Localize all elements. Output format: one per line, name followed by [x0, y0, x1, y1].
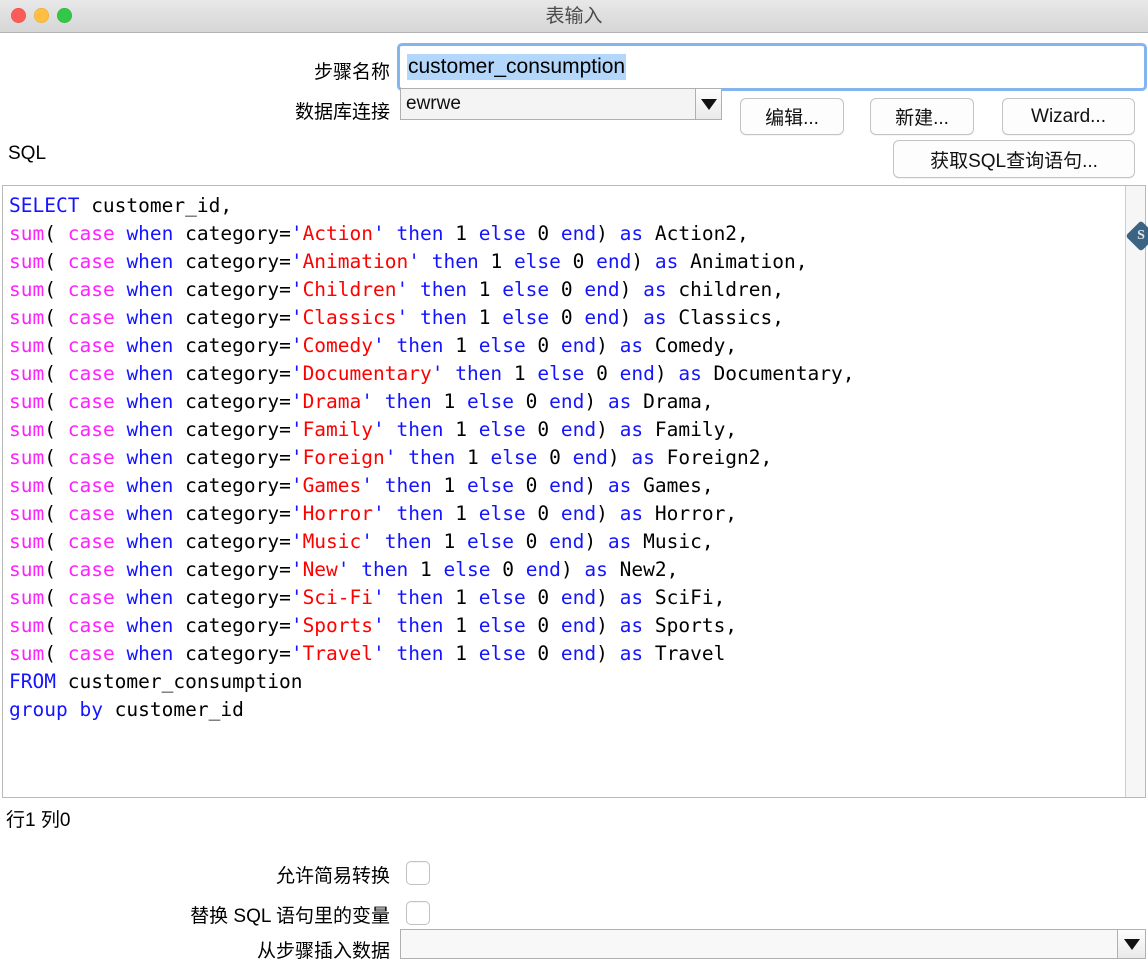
sql-editor[interactable]: SELECT customer_id, sum( case when catego…	[2, 185, 1146, 798]
sql-line: sum( case when category='Comedy' then 1 …	[9, 334, 738, 357]
window-titlebar: 表输入	[0, 0, 1148, 33]
insert-data-from-step-label: 从步骤插入数据	[256, 941, 390, 962]
sql-line: sum( case when category='Travel' then 1 …	[9, 642, 726, 665]
sql-line: sum( case when category='Games' then 1 e…	[9, 474, 714, 497]
sql-line: sum( case when category='Horror' then 1 …	[9, 502, 738, 525]
insert-data-from-step-select[interactable]	[400, 929, 1146, 959]
dialog-body: 步骤名称 customer_consumption 数据库连接 ewrwe 编辑…	[0, 33, 1148, 962]
sql-line: sum( case when category='Action' then 1 …	[9, 222, 749, 245]
sql-section-label: SQL	[8, 143, 47, 164]
allow-simple-transform-checkbox[interactable]	[406, 861, 430, 885]
sql-line: FROM customer_consumption	[9, 670, 303, 693]
step-name-value: customer_consumption	[407, 53, 627, 81]
new-connection-button[interactable]: 新建...	[870, 98, 974, 135]
sql-line: SELECT customer_id,	[9, 194, 233, 217]
sql-line: group by customer_id	[9, 698, 244, 721]
window-title: 表输入	[545, 6, 603, 27]
sql-line: sum( case when category='Documentary' th…	[9, 362, 855, 385]
sql-line: sum( case when category='Family' then 1 …	[9, 418, 738, 441]
db-connection-value: ewrwe	[406, 93, 461, 114]
sql-marker-badge-letter: S	[1137, 228, 1145, 243]
sql-line: sum( case when category='Children' then …	[9, 278, 784, 301]
cursor-position-status: 行1 列0	[6, 810, 71, 831]
replace-variables-checkbox[interactable]	[406, 901, 430, 925]
wizard-button[interactable]: Wizard...	[1002, 98, 1135, 135]
step-name-input[interactable]: customer_consumption	[397, 43, 1147, 91]
sql-line: sum( case when category='Drama' then 1 e…	[9, 390, 714, 413]
step-name-label: 步骤名称	[313, 62, 390, 83]
allow-simple-transform-label: 允许简易转换	[275, 866, 390, 887]
db-connection-select[interactable]: ewrwe	[400, 88, 722, 120]
replace-variables-label: 替换 SQL 语句里的变量	[190, 906, 390, 927]
sql-line: sum( case when category='Classics' then …	[9, 306, 784, 329]
chevron-down-icon[interactable]	[695, 89, 721, 119]
sql-line: sum( case when category='Sci-Fi' then 1 …	[9, 586, 726, 609]
chevron-down-icon[interactable]	[1117, 930, 1145, 958]
sql-line: sum( case when category='New' then 1 els…	[9, 558, 679, 581]
sql-line: sum( case when category='Music' then 1 e…	[9, 530, 714, 553]
get-sql-query-button[interactable]: 获取SQL查询语句...	[893, 140, 1135, 178]
sql-line: sum( case when category='Animation' then…	[9, 250, 808, 273]
sql-line: sum( case when category='Foreign' then 1…	[9, 446, 773, 469]
sql-vertical-scrollbar[interactable]	[1125, 186, 1145, 797]
sql-line: sum( case when category='Sports' then 1 …	[9, 614, 738, 637]
db-connection-label: 数据库连接	[294, 102, 390, 123]
sql-code-area[interactable]: SELECT customer_id, sum( case when catego…	[3, 186, 1125, 797]
edit-connection-button[interactable]: 编辑...	[740, 98, 844, 135]
